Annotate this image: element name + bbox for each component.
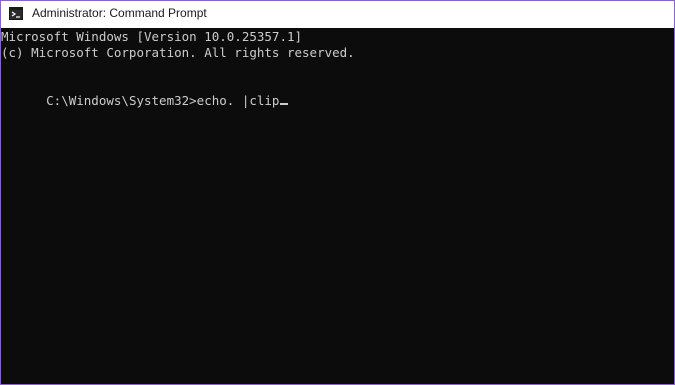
command-prompt-icon bbox=[9, 7, 23, 20]
terminal-prompt-line[interactable]: C:\Windows\System32>echo. |clip bbox=[1, 77, 289, 125]
command-prompt-window: Administrator: Command Prompt Microsoft … bbox=[0, 0, 675, 385]
text-cursor bbox=[280, 103, 289, 105]
prompt-glyph-icon bbox=[11, 11, 20, 18]
title-bar[interactable]: Administrator: Command Prompt bbox=[1, 1, 674, 28]
terminal-line: Microsoft Windows [Version 10.0.25357.1] bbox=[1, 29, 303, 44]
terminal-line: (c) Microsoft Corporation. All rights re… bbox=[1, 45, 355, 60]
window-title: Administrator: Command Prompt bbox=[32, 6, 207, 20]
command-input[interactable]: C:\Windows\System32>echo. |clip bbox=[46, 93, 279, 108]
terminal-output[interactable]: Microsoft Windows [Version 10.0.25357.1]… bbox=[1, 28, 674, 384]
